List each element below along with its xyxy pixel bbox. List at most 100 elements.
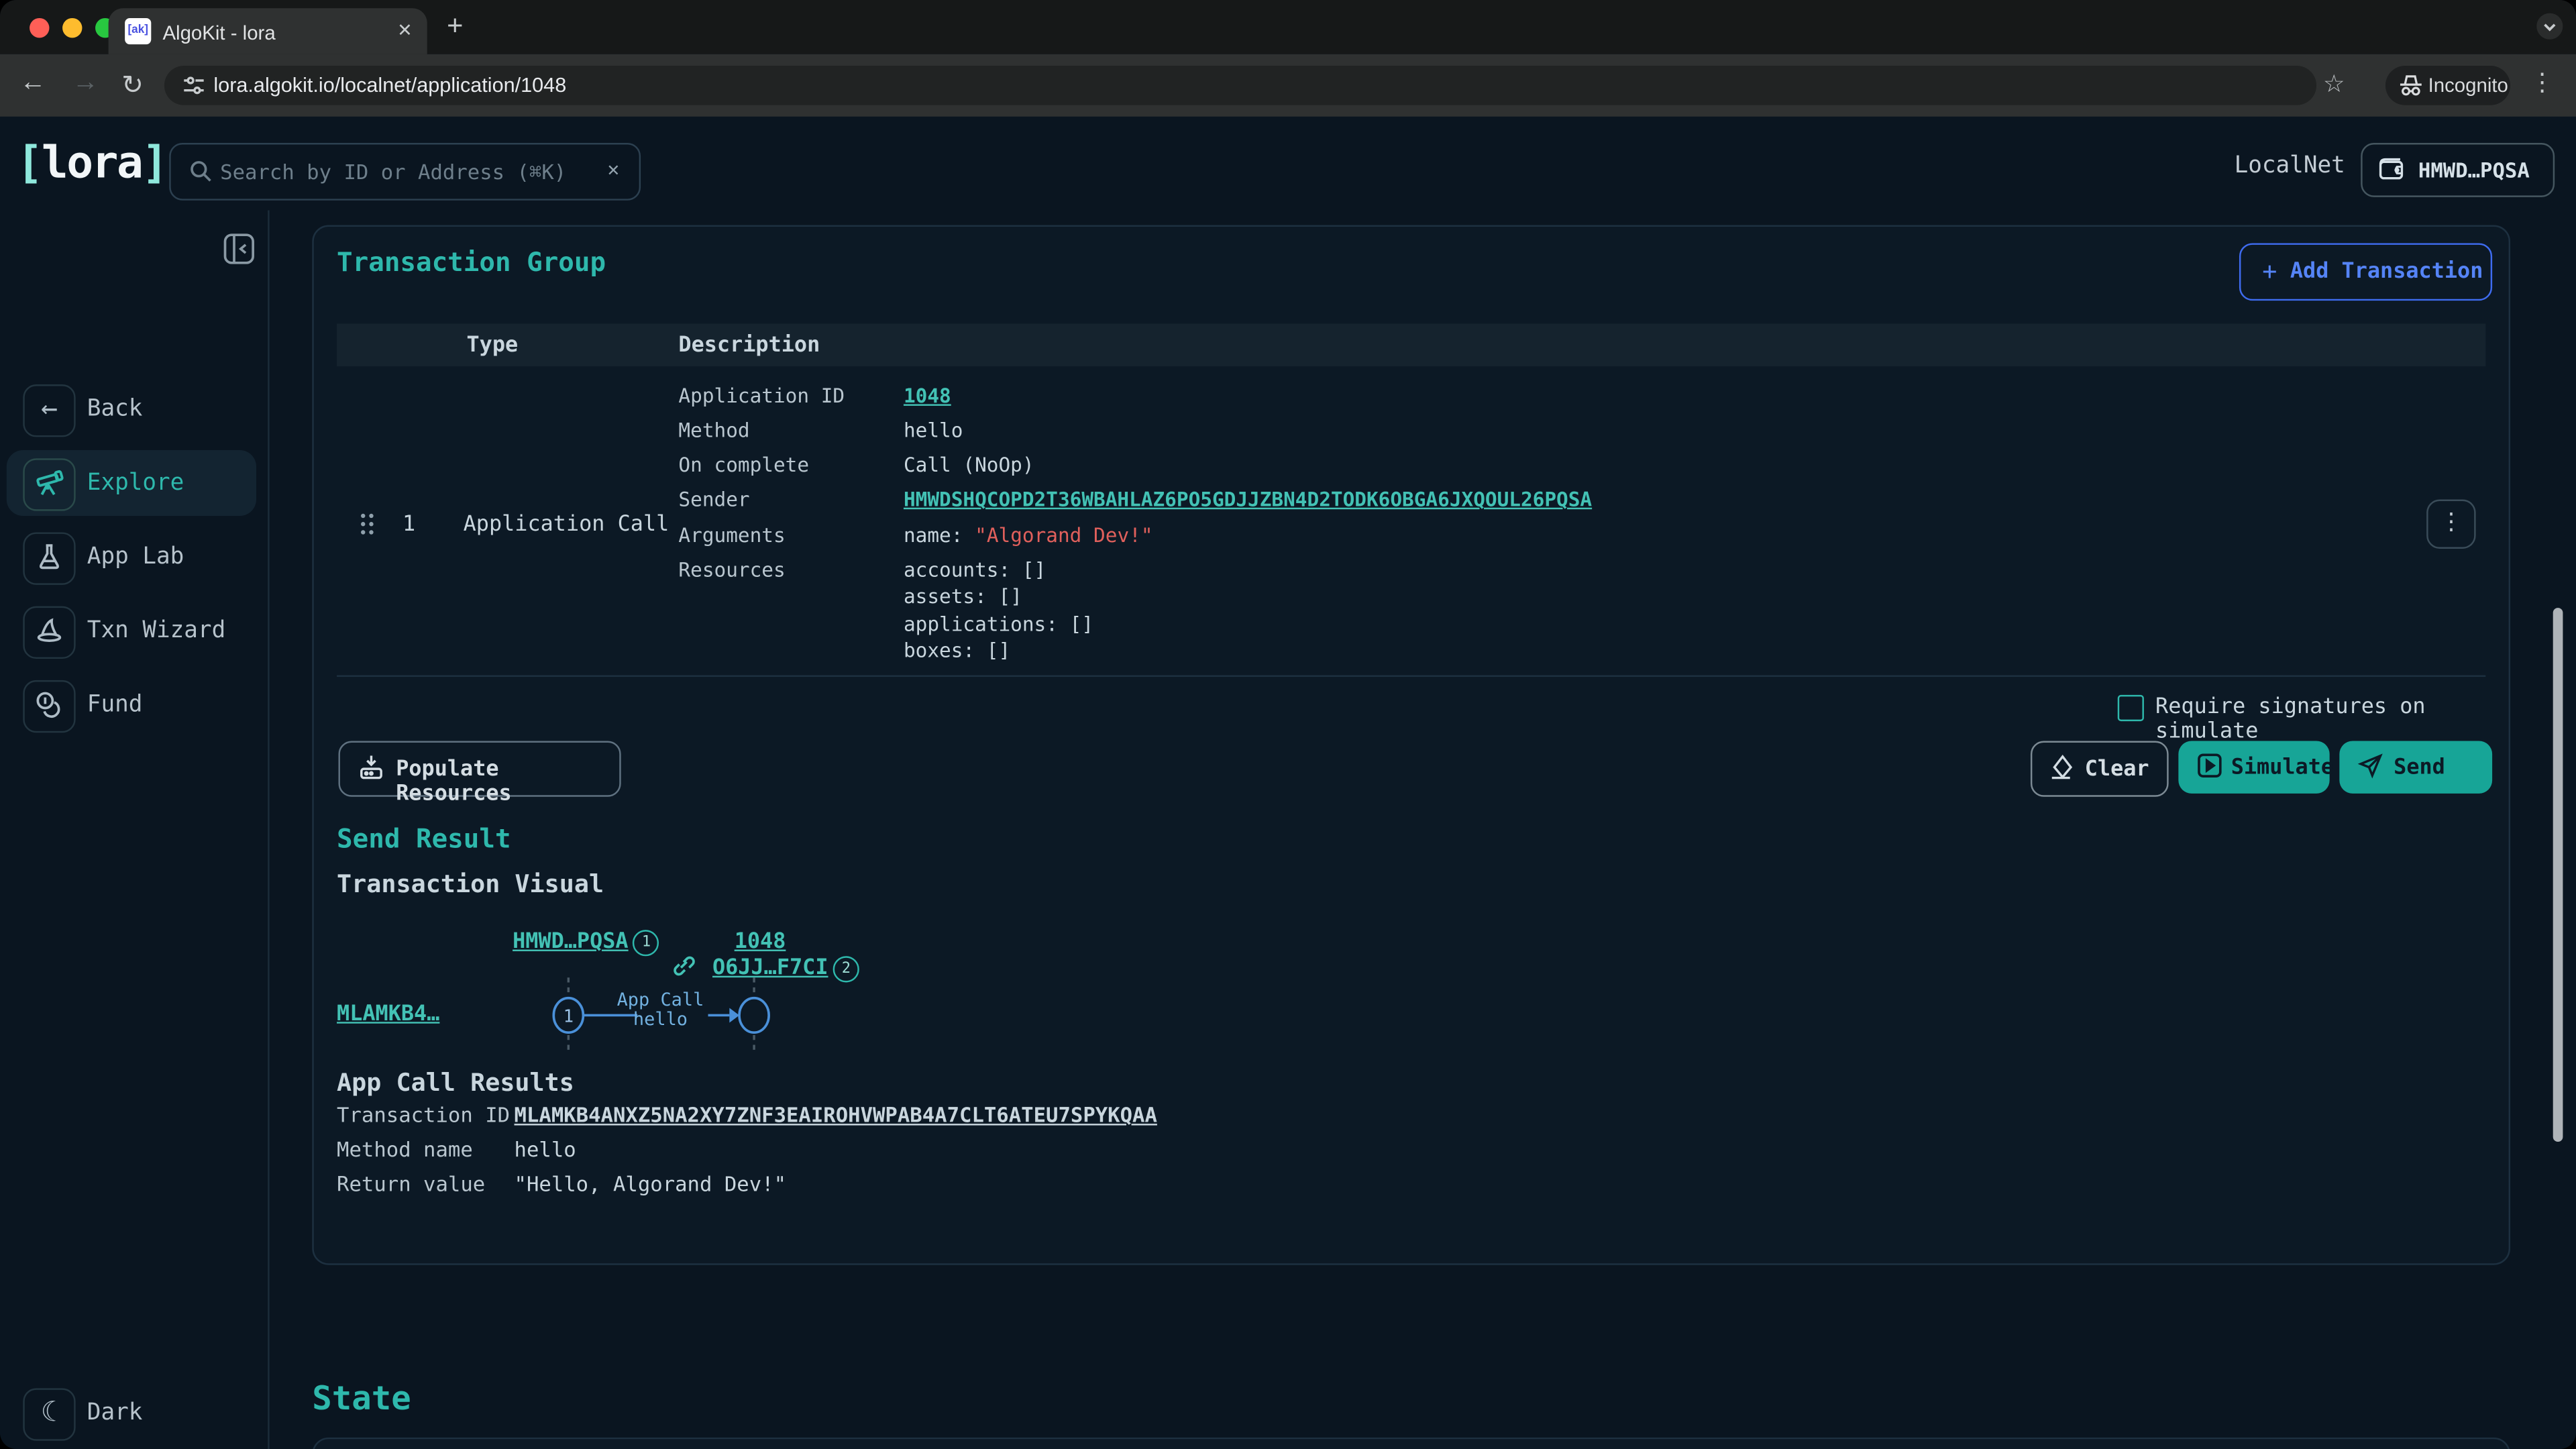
- sidebar-item-explore[interactable]: Explore: [0, 458, 268, 524]
- row-index: 1: [402, 513, 415, 537]
- badge-1: 1: [633, 930, 659, 956]
- sidebar-item-dark[interactable]: ☾ Dark: [0, 1388, 268, 1449]
- drag-handle-icon[interactable]: [360, 513, 374, 535]
- method-name-value: hello: [515, 1137, 576, 1162]
- back-icon[interactable]: ←: [19, 69, 46, 99]
- search-clear-icon[interactable]: ✕: [608, 158, 620, 180]
- wallet-address: HMWD…PQSA: [2418, 158, 2530, 182]
- sidebar-collapse-icon[interactable]: [223, 233, 255, 265]
- eraser-icon: [2050, 754, 2075, 780]
- search-input[interactable]: Search by ID or Address (⌘K) ✕: [169, 143, 641, 201]
- new-tab-button[interactable]: +: [447, 10, 463, 43]
- wallet-icon: [2379, 156, 2407, 182]
- url-bar[interactable]: lora.algokit.io/localnet/application/104…: [164, 66, 2316, 105]
- forward-icon[interactable]: →: [72, 69, 99, 99]
- lora-app: [lora] Search by ID or Address (⌘K) ✕ Lo…: [0, 117, 2576, 1449]
- transaction-row[interactable]: 1 Application Call Application ID 1048 M…: [337, 366, 2485, 677]
- main-content: Transaction Group + Add Transaction Type…: [270, 210, 2576, 1449]
- resources-applications: applications: []: [904, 612, 1093, 635]
- flask-icon: [34, 542, 64, 572]
- state-title: State: [312, 1379, 411, 1418]
- return-value-label: Return value: [337, 1171, 485, 1196]
- tab-close-icon[interactable]: ✕: [397, 19, 413, 41]
- on-complete-value: Call (NoOp): [904, 453, 1034, 476]
- graph-edge-label: App Call hello: [593, 991, 728, 1028]
- resources-boxes: boxes: []: [904, 639, 1010, 662]
- browser-menu-icon[interactable]: ⋮: [2530, 67, 2555, 97]
- row-menu-button[interactable]: ⋮: [2426, 499, 2475, 548]
- sidebar-item-fund[interactable]: Fund: [0, 680, 268, 746]
- incognito-label: Incognito: [2428, 74, 2508, 97]
- url-text: lora.algokit.io/localnet/application/104…: [213, 74, 566, 97]
- moon-icon: ☾: [41, 1397, 58, 1430]
- send-button[interactable]: Send: [2339, 741, 2492, 793]
- transaction-table-header: Type Description: [337, 323, 2485, 366]
- wallet-button[interactable]: HMWD…PQSA: [2361, 143, 2555, 197]
- graph-txn-link[interactable]: MLAMKB4…: [337, 1002, 439, 1027]
- site-settings-icon[interactable]: [182, 74, 205, 97]
- coins-icon: [34, 690, 64, 720]
- tab-search-icon[interactable]: [2536, 13, 2563, 40]
- incognito-badge: Incognito: [2385, 66, 2510, 105]
- row-type: Application Call: [464, 513, 669, 537]
- transaction-group-title: Transaction Group: [337, 246, 606, 278]
- kebab-icon: ⋮: [2440, 509, 2463, 535]
- sidebar-item-back[interactable]: ← Back: [0, 384, 268, 450]
- reload-icon[interactable]: ↻: [121, 69, 144, 102]
- network-label[interactable]: LocalNet: [2235, 153, 2345, 179]
- send-plane-icon: [2357, 753, 2383, 779]
- transaction-id-link[interactable]: MLAMKB4ANXZ5NA2XY7ZNF3EAIROHVWPAB4A7CLT6…: [515, 1102, 1157, 1127]
- search-icon: [189, 160, 212, 182]
- traffic-light-minimize[interactable]: [62, 18, 82, 38]
- download-tray-icon: [358, 754, 384, 780]
- sidebar-item-app-lab[interactable]: App Lab: [0, 532, 268, 598]
- method-value: hello: [904, 419, 963, 441]
- on-complete-label: On complete: [678, 453, 809, 476]
- resources-accounts: accounts: []: [904, 559, 1046, 582]
- return-value-text: "Hello, Algorand Dev!": [515, 1171, 786, 1196]
- transaction-group-card: Transaction Group + Add Transaction Type…: [312, 225, 2510, 1265]
- populate-resources-button[interactable]: Populate Resources: [338, 741, 621, 796]
- page-scrollbar[interactable]: [2553, 608, 2563, 1142]
- method-label: Method: [678, 419, 749, 441]
- column-description: Description: [678, 333, 820, 358]
- telescope-icon: [34, 468, 64, 498]
- add-transaction-button[interactable]: + Add Transaction: [2239, 243, 2492, 301]
- sidebar-item-txn-wizard[interactable]: Txn Wizard: [0, 606, 268, 672]
- wizard-hat-icon: [34, 616, 64, 645]
- method-name-label: Method name: [337, 1137, 473, 1162]
- browser-window: [ak] AlgoKit - lora ✕ + ← → ↻ lora.algok…: [0, 0, 2576, 1449]
- send-result-title: Send Result: [337, 823, 511, 855]
- plus-icon: +: [2262, 256, 2277, 286]
- transaction-id-label: Transaction ID: [337, 1102, 510, 1127]
- simulate-button[interactable]: Simulate: [2178, 741, 2329, 793]
- bookmark-star-icon[interactable]: ☆: [2323, 69, 2345, 99]
- link-icon: [674, 955, 696, 977]
- play-square-icon: [2196, 753, 2222, 779]
- state-tabbar: Global Box: [314, 1439, 2506, 1449]
- browser-tab[interactable]: [ak] AlgoKit - lora ✕: [109, 8, 427, 54]
- badge-2: 2: [833, 956, 859, 982]
- traffic-light-close[interactable]: [30, 18, 49, 38]
- incognito-icon: [2399, 74, 2424, 97]
- application-id-link[interactable]: 1048: [904, 384, 951, 407]
- arguments-label: Arguments: [678, 524, 785, 547]
- graph-sender-link[interactable]: HMWD…PQSA1: [513, 923, 659, 956]
- application-id-label: Application ID: [678, 384, 845, 407]
- transaction-visual-title: Transaction Visual: [337, 869, 604, 899]
- tab-title: AlgoKit - lora: [162, 21, 275, 44]
- browser-titlebar: [ak] AlgoKit - lora ✕ +: [0, 0, 2576, 54]
- browser-toolbar: ← → ↻ lora.algokit.io/localnet/applicati…: [0, 54, 2576, 117]
- sidebar: ← Back Explore App Lab: [0, 210, 270, 1449]
- column-type: Type: [467, 333, 519, 358]
- lora-logo[interactable]: [lora]: [16, 138, 166, 189]
- resources-label: Resources: [678, 559, 785, 582]
- sender-link[interactable]: HMWDSHQCOPD2T36WBAHLAZ6PO5GDJJZBN4D2TODK…: [904, 488, 1592, 511]
- app-call-results-title: App Call Results: [337, 1068, 574, 1097]
- clear-button[interactable]: Clear: [2031, 741, 2169, 796]
- arguments-value: name: "Algorand Dev!": [904, 524, 1153, 547]
- arrow-left-icon: ←: [41, 392, 58, 425]
- require-signatures-row: Require signatures on simulate: [314, 693, 2492, 722]
- require-signatures-checkbox[interactable]: [2118, 695, 2144, 721]
- site-favicon-icon: [ak]: [125, 18, 151, 44]
